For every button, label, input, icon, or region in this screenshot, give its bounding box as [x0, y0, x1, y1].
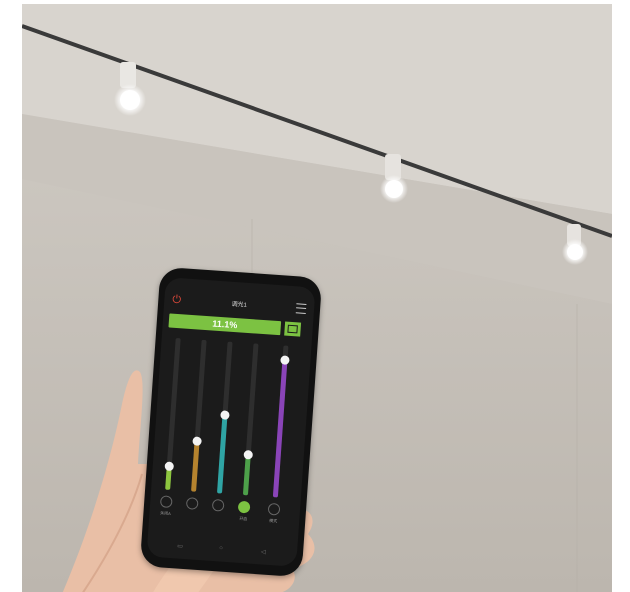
slider-channel-2[interactable] — [191, 339, 207, 492]
bottom-nav: ▭ ○ ◁ — [147, 540, 297, 560]
slider-fill — [216, 415, 228, 494]
slider-channel-3[interactable] — [216, 341, 233, 494]
scene-mode-icon[interactable] — [284, 321, 302, 337]
channel-label — [183, 512, 201, 513]
slider-fill — [242, 455, 251, 496]
brightness-value[interactable]: 11.1% — [168, 313, 282, 336]
slider-knob[interactable] — [220, 410, 230, 420]
slider-channel-5[interactable] — [272, 345, 290, 498]
slider-channel-1[interactable] — [164, 337, 181, 490]
slider-knob[interactable] — [280, 355, 290, 365]
channel-button[interactable] — [267, 502, 281, 516]
slider-fill — [272, 360, 288, 498]
app-title: 调光1 — [231, 301, 248, 309]
channel-button[interactable] — [237, 500, 251, 514]
slider-fill — [191, 441, 200, 492]
channel-button[interactable] — [159, 495, 173, 509]
slider-knob[interactable] — [164, 461, 175, 472]
channel-label: 模式 — [269, 517, 278, 524]
slider-knob[interactable] — [192, 436, 202, 446]
menu-icon[interactable] — [295, 303, 307, 314]
channel-buttons: 关闭A 开启 模式 — [159, 277, 316, 523]
slider-knob[interactable] — [243, 449, 254, 460]
app-screen: ⏻ 调光1 11.1% 关闭A 开启 模式 ▭ ○ ◁ — [146, 277, 316, 567]
nav-home-icon[interactable]: ▭ — [177, 543, 183, 550]
slider-group — [164, 277, 316, 498]
channel-label — [209, 514, 227, 515]
channel-button[interactable] — [185, 497, 199, 510]
channel-label: 开启 — [239, 515, 248, 522]
nav-center-icon[interactable]: ○ — [219, 545, 223, 551]
channel-button[interactable] — [211, 498, 225, 512]
smartphone: ⏻ 调光1 11.1% 关闭A 开启 模式 ▭ ○ ◁ — [139, 266, 323, 578]
slider-channel-4[interactable] — [242, 343, 259, 496]
channel-label: 关闭A — [159, 510, 171, 517]
photo: ⏻ 调光1 11.1% 关闭A 开启 模式 ▭ ○ ◁ — [22, 4, 612, 592]
nav-back-icon[interactable]: ◁ — [261, 548, 266, 555]
